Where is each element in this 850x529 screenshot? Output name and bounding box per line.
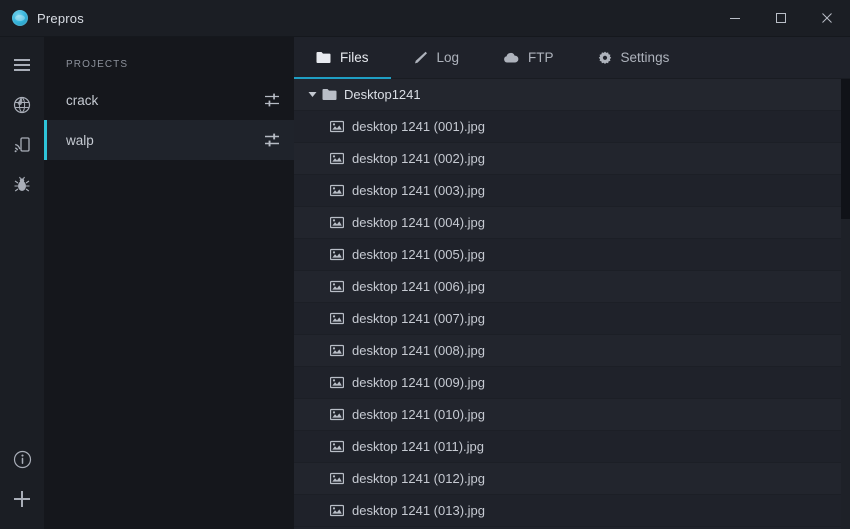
image-file-icon (330, 216, 352, 229)
table-row[interactable]: desktop 1241 (002).jpg (294, 143, 850, 175)
prepros-logo-icon (12, 10, 28, 26)
table-row[interactable]: desktop 1241 (007).jpg (294, 303, 850, 335)
device-preview-icon[interactable] (0, 125, 44, 165)
tab-label: FTP (528, 50, 554, 65)
image-file-icon (330, 184, 352, 197)
folder-icon (322, 88, 344, 101)
file-name: desktop 1241 (003).jpg (352, 183, 485, 198)
file-tree[interactable]: Desktop1241 desktop 1241 (001).jpg deskt… (294, 79, 850, 529)
tab-ftp[interactable]: FTP (481, 37, 576, 78)
table-row[interactable]: desktop 1241 (013).jpg (294, 495, 850, 527)
selection-accent (44, 120, 47, 160)
file-name: desktop 1241 (004).jpg (352, 215, 485, 230)
main-panel: Files Log FTP Settings Desktop1241 deskt… (294, 37, 850, 529)
title-bar: Prepros (0, 0, 850, 37)
tree-folder-row[interactable]: Desktop1241 (294, 79, 850, 111)
tab-files[interactable]: Files (294, 37, 391, 79)
image-file-icon (330, 312, 352, 325)
info-icon[interactable] (0, 439, 44, 479)
hamburger-menu-icon[interactable] (0, 45, 44, 85)
app-title: Prepros (37, 10, 84, 26)
image-file-icon (330, 280, 352, 293)
file-name: desktop 1241 (009).jpg (352, 375, 485, 390)
file-name: desktop 1241 (008).jpg (352, 343, 485, 358)
folder-icon (316, 52, 331, 63)
plus-icon[interactable] (0, 479, 44, 519)
file-name: desktop 1241 (006).jpg (352, 279, 485, 294)
globe-icon[interactable] (0, 85, 44, 125)
window-controls (712, 0, 850, 36)
file-name: desktop 1241 (002).jpg (352, 151, 485, 166)
file-name: desktop 1241 (005).jpg (352, 247, 485, 262)
image-file-icon (330, 248, 352, 261)
project-item-crack[interactable]: crack (44, 80, 294, 120)
scrollbar-track[interactable] (841, 79, 850, 529)
minimize-icon[interactable] (712, 0, 758, 36)
file-name: desktop 1241 (012).jpg (352, 471, 485, 486)
image-file-icon (330, 408, 352, 421)
image-file-icon (330, 472, 352, 485)
bug-icon[interactable] (0, 165, 44, 205)
file-name: desktop 1241 (011).jpg (352, 439, 485, 454)
tab-settings[interactable]: Settings (576, 37, 692, 78)
sliders-icon[interactable] (264, 92, 280, 108)
tab-log[interactable]: Log (391, 37, 482, 78)
gear-icon (598, 51, 611, 64)
image-file-icon (330, 120, 352, 133)
scrollbar-thumb[interactable] (841, 79, 850, 219)
table-row[interactable]: desktop 1241 (006).jpg (294, 271, 850, 303)
image-file-icon (330, 376, 352, 389)
table-row[interactable]: desktop 1241 (010).jpg (294, 399, 850, 431)
icon-rail (0, 37, 44, 529)
table-row[interactable]: desktop 1241 (009).jpg (294, 367, 850, 399)
table-row[interactable]: desktop 1241 (008).jpg (294, 335, 850, 367)
project-name: crack (66, 92, 99, 108)
rail-bottom-group (0, 439, 44, 529)
image-file-icon (330, 344, 352, 357)
table-row[interactable]: desktop 1241 (005).jpg (294, 239, 850, 271)
maximize-icon[interactable] (758, 0, 804, 36)
table-row[interactable]: desktop 1241 (001).jpg (294, 111, 850, 143)
image-file-icon (330, 440, 352, 453)
file-name: desktop 1241 (001).jpg (352, 119, 485, 134)
file-name: desktop 1241 (010).jpg (352, 407, 485, 422)
pencil-icon (414, 51, 427, 63)
tab-label: Log (436, 50, 460, 65)
sliders-icon[interactable] (264, 132, 280, 148)
tab-label: Settings (620, 50, 670, 65)
file-name: desktop 1241 (013).jpg (352, 503, 485, 518)
image-file-icon (330, 504, 352, 517)
tab-label: Files (340, 50, 369, 65)
close-icon[interactable] (804, 0, 850, 36)
window-body: PROJECTS crack walp Files Log FTP Settin… (0, 37, 850, 529)
table-row[interactable]: desktop 1241 (012).jpg (294, 463, 850, 495)
cloud-icon (504, 52, 519, 62)
table-row[interactable]: desktop 1241 (003).jpg (294, 175, 850, 207)
prepros-window: Prepros PROJECTS crack walp Files Log FT… (0, 0, 850, 529)
projects-sidebar: PROJECTS crack walp (44, 37, 294, 529)
project-item-walp[interactable]: walp (44, 120, 294, 160)
file-name: desktop 1241 (007).jpg (352, 311, 485, 326)
image-file-icon (330, 152, 352, 165)
folder-name: Desktop1241 (344, 87, 421, 102)
project-name: walp (66, 132, 94, 148)
chevron-down-icon[interactable] (304, 91, 320, 98)
selection-accent (44, 80, 47, 120)
projects-heading: PROJECTS (66, 59, 129, 70)
app-brand: Prepros (0, 10, 84, 26)
table-row[interactable]: desktop 1241 (004).jpg (294, 207, 850, 239)
table-row[interactable]: desktop 1241 (011).jpg (294, 431, 850, 463)
tab-bar: Files Log FTP Settings (294, 37, 850, 79)
